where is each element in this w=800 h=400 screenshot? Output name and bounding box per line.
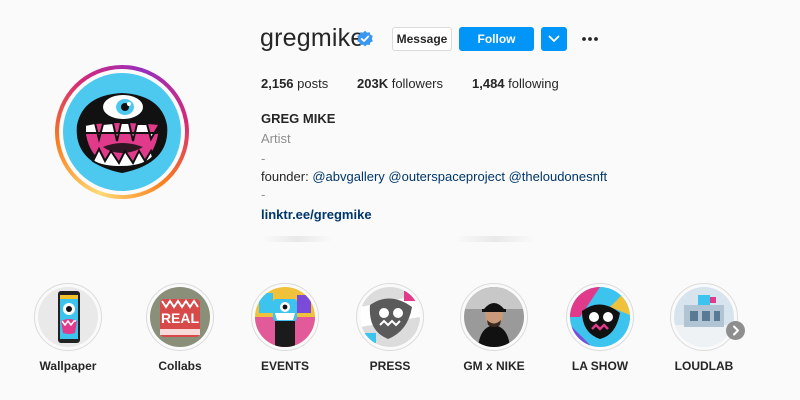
svg-text:REAL: REAL xyxy=(161,310,200,326)
bio-founder-prefix: founder: xyxy=(261,169,313,184)
chevron-right-icon xyxy=(733,325,739,336)
posts-label: posts xyxy=(297,76,329,91)
highlight-wallpaper[interactable]: Wallpaper xyxy=(23,283,113,373)
cyclops-monster-avatar-icon xyxy=(63,73,181,191)
message-button[interactable]: Message xyxy=(392,27,452,51)
follow-button[interactable]: Follow xyxy=(459,27,534,51)
highlight-label: EVENTS xyxy=(260,359,309,373)
highlight-gm-x-nike[interactable]: GM x NIKE xyxy=(449,283,539,373)
bio-founder-line: founder: @abvgallery @outerspaceproject … xyxy=(261,169,607,184)
highlight-label: Collabs xyxy=(158,359,202,373)
profile-full-name: GREG MIKE xyxy=(261,111,336,126)
highlight-label: GM x NIKE xyxy=(463,359,525,373)
ellipsis-icon[interactable] xyxy=(580,30,600,48)
highlight-events[interactable]: EVENTS xyxy=(240,283,330,373)
avatar[interactable] xyxy=(63,73,181,191)
profile-username: gregmike xyxy=(260,24,365,52)
mention-theloudonesnft-link[interactable]: @theloudonesnft xyxy=(509,169,608,184)
highlight-label: LOUDLAB xyxy=(674,359,734,373)
highlight-collabs[interactable]: REAL Collabs xyxy=(135,283,225,373)
highlight-loudlab-cover xyxy=(674,287,734,347)
followers-label: followers xyxy=(391,76,443,91)
verified-badge-icon xyxy=(357,30,373,47)
highlight-label: LA SHOW xyxy=(571,359,629,373)
mention-outerspaceproject-link[interactable]: @outerspaceproject xyxy=(388,169,505,184)
bio-separator: - xyxy=(261,151,266,166)
obscured-text xyxy=(262,236,332,242)
highlight-la-show-cover xyxy=(570,287,630,347)
highlight-la-show[interactable]: LA SHOW xyxy=(555,283,645,373)
highlight-press-cover xyxy=(360,287,420,347)
highlights-next-button[interactable] xyxy=(726,321,745,340)
highlight-collabs-cover: REAL xyxy=(150,287,210,347)
followers-count: 203K xyxy=(357,76,389,91)
story-ring[interactable] xyxy=(55,65,189,199)
highlight-label: PRESS xyxy=(369,359,411,373)
obscured-text xyxy=(455,236,535,242)
following-label: following xyxy=(508,76,559,91)
bio-external-link[interactable]: linktr.ee/gregmike xyxy=(261,207,372,222)
chevron-down-icon xyxy=(548,35,560,42)
highlight-gm-x-nike-cover xyxy=(464,287,524,347)
bio-separator: - xyxy=(261,187,266,202)
highlight-events-cover xyxy=(255,287,315,347)
following-count: 1,484 xyxy=(472,76,505,91)
posts-count: 2,156 xyxy=(261,76,294,91)
following-stat[interactable]: 1,484 following xyxy=(472,76,559,91)
highlight-press[interactable]: PRESS xyxy=(345,283,435,373)
profile-category: Artist xyxy=(261,131,291,146)
mention-abvgallery-link[interactable]: @abvgallery xyxy=(312,169,384,184)
highlight-wallpaper-cover xyxy=(38,287,98,347)
suggested-accounts-button[interactable] xyxy=(541,27,567,51)
followers-stat[interactable]: 203K followers xyxy=(357,76,443,91)
highlight-label: Wallpaper xyxy=(39,359,97,373)
profile-page: gregmike Message Follow 2,156 posts 203K… xyxy=(0,0,800,400)
posts-stat: 2,156 posts xyxy=(261,76,328,91)
